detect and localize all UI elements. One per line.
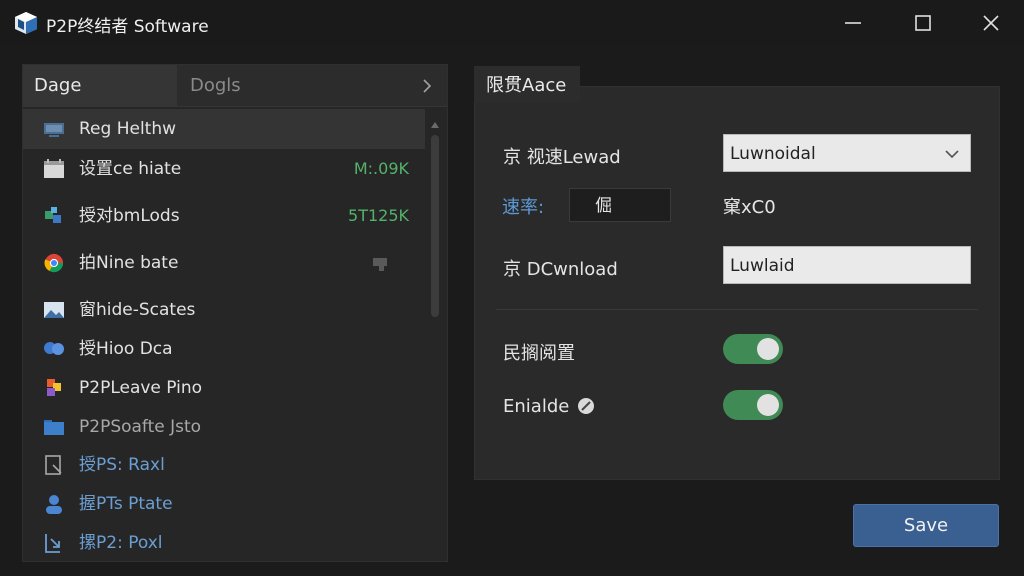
document-icon xyxy=(45,455,62,475)
scroll-thumb[interactable] xyxy=(431,135,439,317)
settings-tab[interactable]: 限贯Aace xyxy=(474,66,580,102)
list-item[interactable]: 摞P2: Poxl xyxy=(23,523,425,561)
list-item[interactable]: 窗hide-Scates xyxy=(23,290,425,330)
chrome-icon xyxy=(44,253,64,273)
toggle-knob xyxy=(757,394,779,416)
tab-dage[interactable]: Dage xyxy=(23,65,177,107)
download-mode-select[interactable]: Luwnoidal xyxy=(723,134,971,172)
thumbs-down-icon[interactable] xyxy=(371,256,393,272)
apps-icon xyxy=(47,379,61,396)
chevron-down-icon xyxy=(945,150,959,159)
navigation-panel: Dage Dogls Reg Helthw 设置ce hiate M:.09K … xyxy=(22,64,448,562)
list-item[interactable]: 授PS: Raxl xyxy=(23,445,425,485)
minimize-button[interactable] xyxy=(836,8,870,38)
list-item[interactable]: P2PLeave Pino xyxy=(23,368,425,408)
rate-unit-text: 窠xC0 xyxy=(723,197,776,218)
toggle2-label: Enialde xyxy=(503,396,570,417)
list-item[interactable]: 设置ce hiate M:.09K xyxy=(23,149,425,189)
close-button[interactable] xyxy=(974,8,1008,38)
list-item[interactable]: P2PSoafte Jsto xyxy=(23,407,425,447)
tab-dogls[interactable]: Dogls xyxy=(178,65,398,107)
download-label: 京 DCwnload xyxy=(503,259,618,280)
folder-icon xyxy=(44,420,64,435)
download-input[interactable]: Luwlaid xyxy=(723,246,971,284)
calendar-icon xyxy=(44,159,64,178)
item-value: M:.09K xyxy=(353,159,409,178)
list-item[interactable]: 拍Nine bate xyxy=(23,243,425,283)
title-bar: P2P终结者 Software xyxy=(0,0,1024,46)
window-title: P2P终结者 Software xyxy=(46,17,209,37)
tab-bar: Dage Dogls xyxy=(23,65,447,107)
chevron-right-icon[interactable] xyxy=(419,78,435,94)
save-button[interactable]: Save xyxy=(853,504,999,547)
close-icon xyxy=(983,15,999,31)
toggle1-label: 民搁阅置 xyxy=(503,343,575,364)
list-item[interactable]: 授Hioo Dca xyxy=(23,329,425,369)
puzzle-icon xyxy=(45,207,61,223)
chat-icon xyxy=(44,342,64,355)
info-icon[interactable] xyxy=(577,397,595,415)
list-scrollbar[interactable] xyxy=(429,115,441,327)
list-item[interactable]: Reg Helthw xyxy=(23,109,425,149)
download-mode-label: 京 视速Lewad xyxy=(503,147,621,168)
minimize-icon xyxy=(845,22,861,24)
rate-label: 速率: xyxy=(502,197,545,218)
maximize-button[interactable] xyxy=(906,8,940,38)
item-value: 5T125K xyxy=(348,206,409,225)
section-divider xyxy=(496,309,978,310)
app-logo-icon xyxy=(15,12,37,34)
list-item[interactable]: 授对bmLods 5T125K xyxy=(23,196,425,236)
download-icon xyxy=(45,534,60,553)
scroll-up-icon[interactable] xyxy=(431,121,439,129)
rate-input[interactable]: 倔 xyxy=(569,188,671,222)
maximize-icon xyxy=(915,15,931,31)
toggle-switch-2[interactable] xyxy=(723,390,783,420)
image-icon xyxy=(44,302,64,318)
toggle-knob xyxy=(757,338,779,360)
user-icon xyxy=(46,495,62,514)
monitor-icon xyxy=(44,123,64,137)
toggle-switch-1[interactable] xyxy=(723,334,783,364)
list-item[interactable]: 握PTs Ptate xyxy=(23,484,425,524)
